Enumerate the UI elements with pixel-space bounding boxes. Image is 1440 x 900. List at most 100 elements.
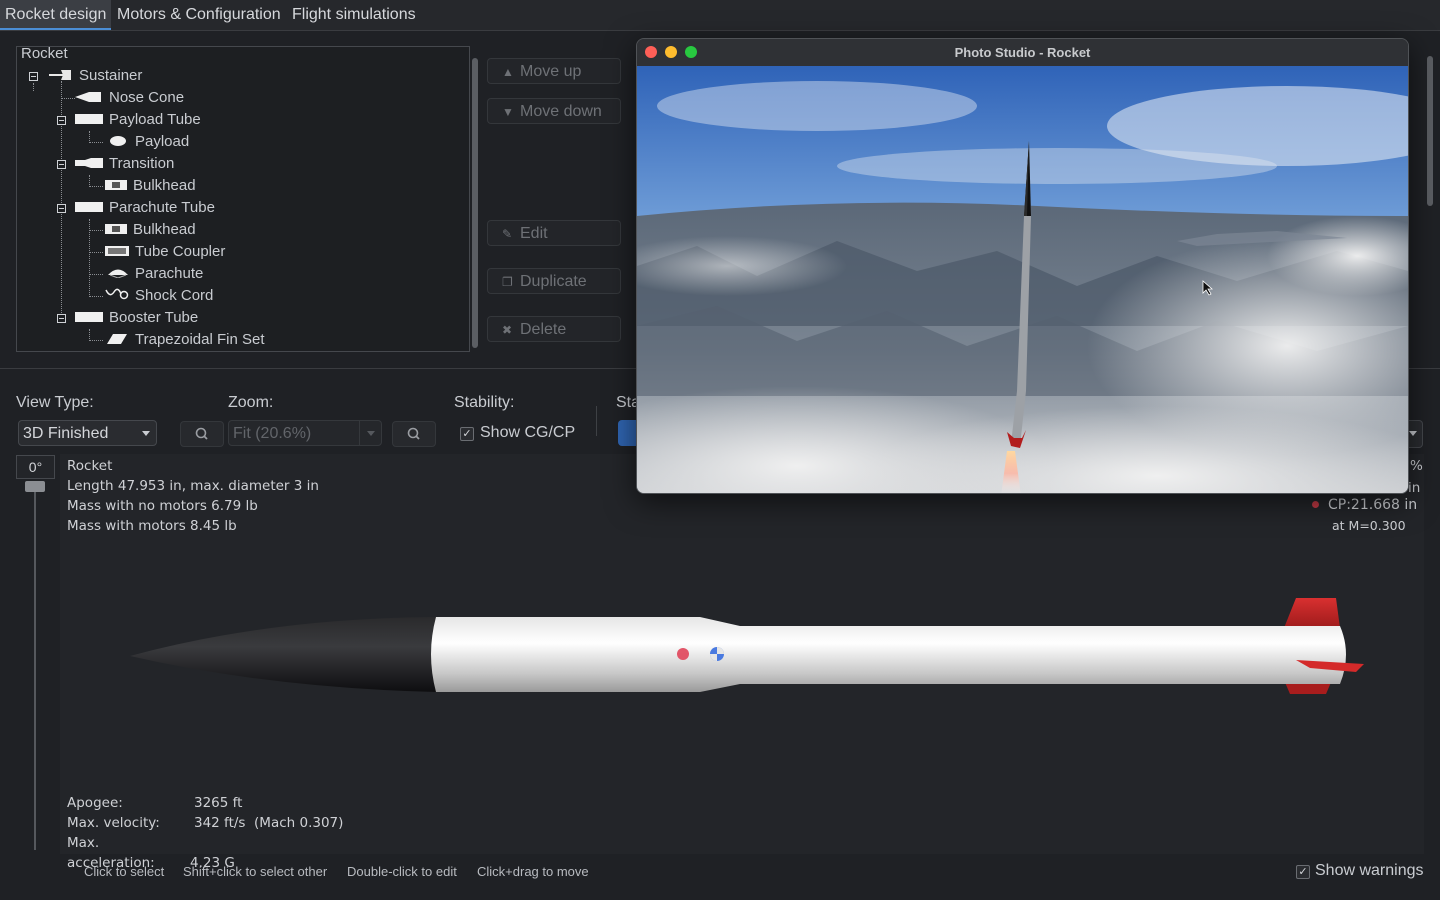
zoom-label: Zoom: <box>228 394 274 411</box>
photo-studio-window[interactable]: Photo Studio - Rocket <box>636 38 1409 494</box>
tree-item-bulkhead-2[interactable]: Bulkhead <box>105 219 196 241</box>
show-cgcp-label: Show CG/CP <box>480 424 576 441</box>
photo-render[interactable] <box>637 66 1408 493</box>
transition-icon <box>75 153 103 175</box>
view-type-value: 3D Finished <box>23 425 109 442</box>
minimize-icon[interactable] <box>665 46 677 58</box>
view-type-select[interactable]: 3D Finished <box>18 420 157 446</box>
tree-item-parachute-tube[interactable]: Parachute Tube <box>75 197 215 219</box>
tree-item-transition[interactable]: Transition <box>75 153 174 175</box>
hint-click-drag: Click+drag to move <box>477 864 589 879</box>
rocket-figure-canvas[interactable]: Rocket Length 47.953 in, max. diameter 3… <box>60 454 1424 871</box>
tree-item-payload[interactable]: Payload <box>107 131 189 153</box>
show-cgcp-checkbox[interactable]: ✓ <box>460 427 474 441</box>
component-tree[interactable]: Rocket Sustainer Nose Cone Payload Tube … <box>16 43 470 352</box>
chevron-down-icon <box>367 431 375 436</box>
shock-cord-icon <box>105 285 129 307</box>
collapse-toggle[interactable] <box>57 160 66 169</box>
tree-item-booster-tube[interactable]: Booster Tube <box>75 307 198 329</box>
separator <box>596 406 597 436</box>
tree-item-label: Booster Tube <box>109 309 199 326</box>
rocket-mass-with-motors: Mass with motors 8.45 lb <box>67 518 237 534</box>
show-warnings-label: Show warnings <box>1315 862 1424 879</box>
collapse-toggle[interactable] <box>29 72 38 81</box>
tree-item-label: Tube Coupler <box>135 243 226 260</box>
tree-item-label: Payload Tube <box>109 111 201 128</box>
mass-component-icon <box>107 131 129 153</box>
duplicate-icon: ❐ <box>502 275 513 289</box>
cp-marker <box>677 648 689 660</box>
move-up-button[interactable]: ▲ Move up <box>487 58 621 84</box>
tree-item-label: Parachute Tube <box>109 199 215 216</box>
velocity-value: 342 ft/s (Mach 0.307) <box>194 815 344 831</box>
tree-item-bulkhead[interactable]: Bulkhead <box>105 175 196 197</box>
bulkhead-icon <box>105 219 127 241</box>
collapse-toggle[interactable] <box>57 116 66 125</box>
tree-item-label: Nose Cone <box>109 89 185 106</box>
tree-scrollbar[interactable] <box>472 58 478 348</box>
rocket-name: Rocket <box>67 458 113 474</box>
tree-item-label: Transition <box>109 155 175 172</box>
edit-button[interactable]: ✎ Edit <box>487 220 621 246</box>
tree-item-sustainer[interactable]: Sustainer <box>49 65 142 87</box>
stage-selector[interactable] <box>618 420 638 446</box>
tab-bar: Rocket design Motors & Configuration Fli… <box>0 0 1440 31</box>
panel-scrollbar[interactable] <box>1427 56 1433 206</box>
move-down-button[interactable]: ▼ Move down <box>487 98 621 124</box>
velocity-label: Max. velocity: <box>67 815 160 831</box>
nose-cone <box>130 617 436 692</box>
photo-studio-titlebar[interactable]: Photo Studio - Rocket <box>637 39 1408 66</box>
close-icon[interactable] <box>645 46 657 58</box>
tube-coupler-icon <box>105 241 129 263</box>
tree-item-trapezoidal-fin-set[interactable]: Trapezoidal Fin Set <box>107 329 265 351</box>
collapse-toggle[interactable] <box>57 204 66 213</box>
tree-item-label: Payload <box>135 133 190 150</box>
edit-icon: ✎ <box>502 227 513 241</box>
stage-icon <box>49 65 73 87</box>
zoom-select[interactable]: Fit (20.6%) <box>228 420 382 446</box>
rocket-3d-model[interactable] <box>120 584 1380 704</box>
maximize-icon[interactable] <box>685 46 697 58</box>
tab-rocket-design[interactable]: Rocket design <box>0 0 112 30</box>
tree-item-parachute[interactable]: Parachute <box>107 263 203 285</box>
move-down-label: Move down <box>520 103 602 120</box>
delete-button[interactable]: ✖ Delete <box>487 316 621 342</box>
tree-item-label: Bulkhead <box>133 221 196 238</box>
photo-studio-title: Photo Studio - Rocket <box>954 45 1091 60</box>
tree-item-nose-cone[interactable]: Nose Cone <box>75 87 184 109</box>
tree-item-tube-coupler[interactable]: Tube Coupler <box>105 241 225 263</box>
tree-root-rocket[interactable]: Rocket <box>21 43 68 65</box>
zoom-out-icon <box>195 427 208 440</box>
cp-value: CP:21.668 in <box>1328 497 1418 513</box>
tree-item-label: Shock Cord <box>135 287 214 304</box>
stability-label: Stability: <box>454 394 515 411</box>
tree-item-shock-cord[interactable]: Shock Cord <box>105 285 213 307</box>
stability-percent: % <box>1410 458 1423 474</box>
move-up-label: Move up <box>520 63 582 80</box>
duplicate-button[interactable]: ❐ Duplicate <box>487 268 621 294</box>
chevron-down-icon <box>1409 431 1417 436</box>
cp-marker-icon <box>1312 501 1319 508</box>
fin-set-icon <box>107 329 129 351</box>
hint-shift-click: Shift+click to select other <box>183 864 328 879</box>
hint-click-select: Click to select <box>84 864 165 879</box>
tree-item-label: Trapezoidal Fin Set <box>135 331 265 348</box>
show-warnings-checkbox[interactable]: ✓ <box>1296 865 1310 879</box>
flight-summary: Apogee: 3265 ft Max. velocity: 342 ft/s (M… <box>67 793 343 873</box>
duplicate-label: Duplicate <box>520 273 587 290</box>
collapse-toggle[interactable] <box>57 314 66 323</box>
divider <box>359 421 360 445</box>
rotation-slider-thumb[interactable] <box>25 481 45 492</box>
edit-label: Edit <box>520 225 548 242</box>
rotation-slider-track[interactable] <box>34 486 36 850</box>
zoom-in-button[interactable] <box>392 421 436 447</box>
delete-label: Delete <box>520 321 567 338</box>
zoom-out-button[interactable] <box>180 421 224 447</box>
body-tube-icon <box>75 197 103 219</box>
tree-item-payload-tube[interactable]: Payload Tube <box>75 109 201 131</box>
rocket-length: Length 47.953 in, max. diameter 3 in <box>67 478 319 494</box>
zoom-in-icon <box>407 427 420 440</box>
rotation-angle-field[interactable]: 0° <box>16 455 55 479</box>
tab-motors-configuration[interactable]: Motors & Configuration <box>112 0 286 30</box>
tab-flight-simulations[interactable]: Flight simulations <box>287 0 421 30</box>
